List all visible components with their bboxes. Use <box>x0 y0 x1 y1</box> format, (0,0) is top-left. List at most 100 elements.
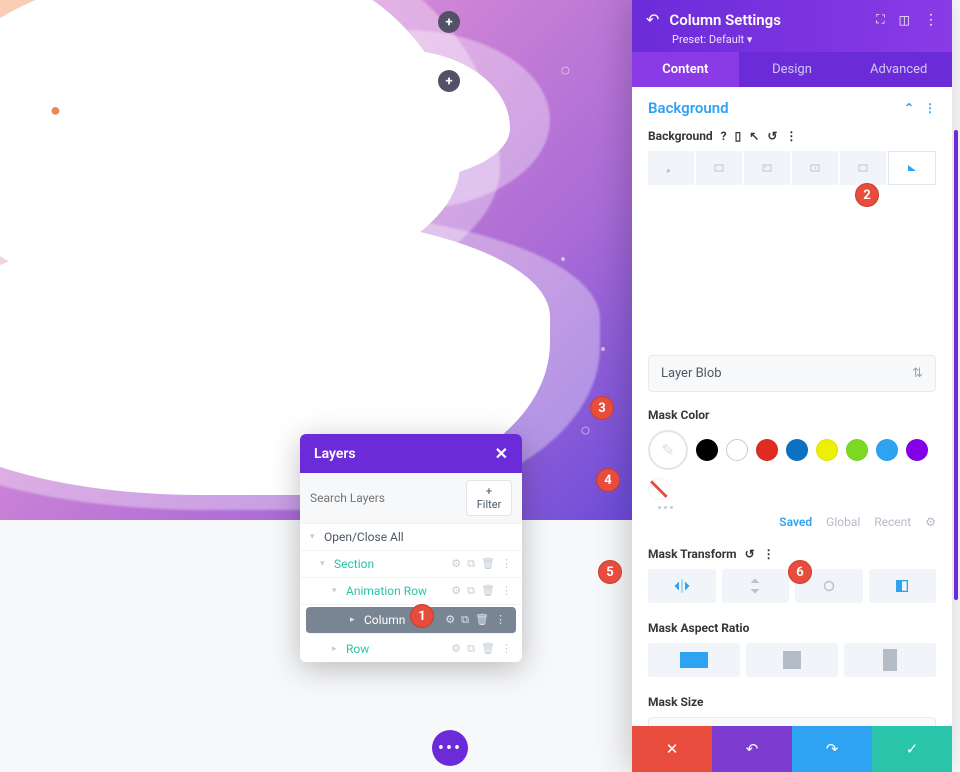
layer-animation-row[interactable]: ▾ Animation Row ⚙ ⧉ 🗑 ⋮ <box>300 578 522 605</box>
mask-shape-select[interactable]: Layer Blob ⇅ <box>648 355 936 392</box>
background-type-tabs <box>648 151 936 185</box>
close-icon[interactable]: ✕ <box>495 444 508 463</box>
bg-tab-image[interactable] <box>744 151 790 185</box>
mask-color-label: Mask Color <box>648 408 936 422</box>
bg-tab-color[interactable] <box>648 151 694 185</box>
builder-menu-button[interactable]: ••• <box>432 730 468 766</box>
color-source-tabs: Saved Global Recent ⚙ <box>648 515 936 529</box>
settings-header: ↶ Column Settings ⛶ ◫ ⋮ Preset: Default … <box>632 0 952 52</box>
bg-tab-pattern[interactable] <box>840 151 886 185</box>
layers-panel-header[interactable]: Layers ✕ <box>300 434 522 473</box>
bg-tab-gradient[interactable] <box>696 151 742 185</box>
collapse-icon[interactable]: ⌃ <box>904 101 914 115</box>
layers-title: Layers <box>314 446 356 462</box>
open-close-label: Open/Close All <box>324 530 512 544</box>
settings-footer: ✕ ↶ ↷ ✓ <box>632 726 952 772</box>
gear-icon[interactable]: ⚙ <box>451 642 461 656</box>
bg-tab-video[interactable] <box>792 151 838 185</box>
back-icon[interactable]: ↶ <box>646 10 659 29</box>
callout-2: 2 <box>857 182 911 208</box>
transform-flip-vertical[interactable] <box>722 569 790 603</box>
reset-icon[interactable]: ↺ <box>745 547 755 561</box>
snap-icon[interactable]: ◫ <box>899 13 910 27</box>
swatch-black[interactable] <box>696 439 718 461</box>
layers-open-close-all[interactable]: ▾ Open/Close All <box>300 524 522 551</box>
background-label-row: Background ? ▯ ↖ ↺ ⋮ <box>648 129 936 143</box>
kebab-icon[interactable]: ⋮ <box>924 101 936 115</box>
color-tab-saved[interactable]: Saved <box>779 515 812 529</box>
aspect-portrait[interactable] <box>844 643 936 677</box>
trash-icon[interactable]: 🗑 <box>481 557 495 571</box>
gear-icon[interactable]: ⚙ <box>451 557 461 571</box>
kebab-icon[interactable]: ⋮ <box>763 547 775 561</box>
swatch-red[interactable] <box>756 439 778 461</box>
kebab-icon[interactable]: ⋮ <box>501 642 512 656</box>
trash-icon[interactable]: 🗑 <box>481 584 495 598</box>
aspect-landscape[interactable] <box>648 643 740 677</box>
layer-section[interactable]: ▾ Section ⚙ ⧉ 🗑 ⋮ <box>300 551 522 578</box>
expand-icon[interactable]: ⛶ <box>876 12 884 27</box>
layers-filter-button[interactable]: + Filter <box>466 480 512 516</box>
tab-advanced[interactable]: Advanced <box>845 52 952 87</box>
layer-actions[interactable]: ⚙ ⧉ 🗑 ⋮ <box>451 557 512 571</box>
kebab-icon[interactable]: ⋮ <box>495 613 506 627</box>
settings-title: Column Settings <box>669 11 866 29</box>
layers-search-input[interactable] <box>310 491 466 505</box>
add-section-button[interactable]: + <box>438 11 460 33</box>
layer-row[interactable]: ▸ Row ⚙ ⧉ 🗑 ⋮ <box>300 636 522 662</box>
mask-size-select[interactable]: Stretch to Fill ⇅ <box>648 717 936 726</box>
layer-label: Row <box>346 642 451 656</box>
tab-content[interactable]: Content <box>632 52 739 87</box>
color-settings-icon[interactable]: ⚙ <box>925 515 936 529</box>
color-tab-recent[interactable]: Recent <box>874 515 911 529</box>
swatch-green[interactable] <box>846 439 868 461</box>
kebab-icon[interactable]: ⋮ <box>501 584 512 598</box>
swatch-white[interactable] <box>726 439 748 461</box>
bg-tab-mask[interactable] <box>888 151 936 185</box>
kebab-icon[interactable]: ⋮ <box>924 12 938 28</box>
trash-icon[interactable]: 🗑 <box>475 613 489 627</box>
section-label: Background <box>648 99 729 117</box>
tablet-icon[interactable]: ▯ <box>735 129 742 143</box>
add-row-button[interactable]: + <box>438 70 460 92</box>
swatch-drag-handle[interactable] <box>658 506 936 509</box>
aspect-square[interactable] <box>746 643 838 677</box>
layer-label: Animation Row <box>346 584 451 598</box>
tab-design[interactable]: Design <box>739 52 846 87</box>
swatch-purple[interactable] <box>906 439 928 461</box>
layer-actions[interactable]: ⚙ ⧉ 🗑 ⋮ <box>451 584 512 598</box>
kebab-icon[interactable]: ⋮ <box>501 557 512 571</box>
settings-scrollbar[interactable] <box>954 130 958 600</box>
trash-icon[interactable]: 🗑 <box>481 642 495 656</box>
gear-icon[interactable]: ⚙ <box>451 584 461 598</box>
column-settings-panel: ↶ Column Settings ⛶ ◫ ⋮ Preset: Default … <box>632 0 952 772</box>
callout-6: 6 <box>790 559 844 585</box>
layer-actions[interactable]: ⚙ ⧉ 🗑 ⋮ <box>451 642 512 656</box>
section-background[interactable]: Background ⌃ ⋮ <box>648 99 936 117</box>
duplicate-icon[interactable]: ⧉ <box>467 642 475 656</box>
callout-1: 1 <box>412 603 466 629</box>
transform-invert[interactable] <box>869 569 937 603</box>
swatch-lightblue[interactable] <box>876 439 898 461</box>
help-icon[interactable]: ? <box>721 129 727 143</box>
hover-icon[interactable]: ↖ <box>749 129 759 143</box>
save-button[interactable]: ✓ <box>872 726 952 772</box>
mask-size-label: Mask Size <box>648 695 936 709</box>
duplicate-icon[interactable]: ⧉ <box>467 557 475 571</box>
reset-icon[interactable]: ↺ <box>767 129 777 143</box>
transform-flip-horizontal[interactable] <box>648 569 716 603</box>
undo-button[interactable]: ↶ <box>712 726 792 772</box>
kebab-icon[interactable]: ⋮ <box>785 129 797 143</box>
redo-button[interactable]: ↷ <box>792 726 872 772</box>
cancel-button[interactable]: ✕ <box>632 726 712 772</box>
color-tab-global[interactable]: Global <box>826 515 860 529</box>
layers-search-row: + Filter <box>300 473 522 524</box>
preset-dropdown[interactable]: Preset: Default ▾ <box>672 33 938 46</box>
swatch-yellow[interactable] <box>816 439 838 461</box>
swatch-blue[interactable] <box>786 439 808 461</box>
callout-3: 3 <box>592 395 646 421</box>
duplicate-icon[interactable]: ⧉ <box>467 584 475 598</box>
transform-label: Mask Transform <box>648 547 737 561</box>
color-swatches: ✎ <box>648 430 936 500</box>
swatch-selected[interactable]: ✎ <box>648 430 688 470</box>
